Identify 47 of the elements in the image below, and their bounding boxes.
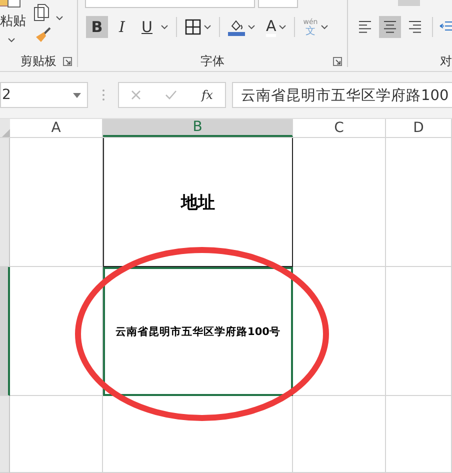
insert-function-button[interactable]: fx [202, 88, 213, 102]
column-header[interactable]: D [386, 119, 452, 137]
fill-color-icon[interactable] [228, 18, 245, 36]
table-cell[interactable] [293, 267, 386, 396]
paste-button[interactable]: 粘贴 [0, 12, 26, 30]
group-label: 对 [440, 52, 452, 70]
caret-icon[interactable] [320, 24, 328, 30]
caret-icon[interactable] [248, 24, 255, 30]
table-cell[interactable] [103, 396, 293, 473]
column-header[interactable]: C [293, 119, 386, 137]
grip-icon [102, 89, 104, 101]
group-label: 剪贴板 [20, 52, 56, 70]
column-header[interactable]: B [103, 119, 293, 137]
check-icon[interactable] [165, 90, 178, 100]
align-left-icon [357, 20, 373, 34]
caret-icon[interactable] [56, 16, 63, 21]
caret-icon[interactable] [204, 24, 211, 30]
caret-icon[interactable] [279, 24, 286, 30]
align-right-icon [407, 20, 423, 34]
formula-field[interactable]: 云南省昆明市五华区学府路100 [232, 82, 452, 108]
dropdown-icon[interactable] [73, 92, 81, 98]
underline-button[interactable]: U [136, 16, 158, 38]
table-cell[interactable]: 云南省昆明市五华区学府路100号 [103, 267, 293, 396]
table-cell[interactable] [386, 396, 452, 473]
font-color-button[interactable]: A [266, 18, 276, 36]
align-center-icon [382, 20, 398, 34]
row-header[interactable] [0, 267, 10, 396]
table-cell[interactable] [386, 138, 452, 267]
group-label: 字体 [200, 52, 224, 70]
table-cell[interactable] [10, 396, 103, 473]
italic-button[interactable]: I [111, 16, 133, 38]
caret-icon[interactable] [8, 38, 15, 43]
copy-icon[interactable] [34, 4, 49, 21]
table-cell[interactable] [10, 267, 103, 396]
brush-icon[interactable] [35, 27, 51, 43]
bold-button[interactable]: B [86, 16, 108, 38]
caret-icon[interactable] [161, 24, 168, 30]
name-box[interactable]: 2 [0, 82, 88, 108]
table-cell[interactable] [293, 138, 386, 267]
table-cell[interactable] [386, 267, 452, 396]
table-cell[interactable] [293, 396, 386, 473]
align-center-button[interactable] [379, 16, 401, 38]
borders-icon[interactable] [185, 19, 201, 35]
dialog-launcher-icon[interactable] [333, 57, 342, 66]
table-cell[interactable] [10, 138, 103, 267]
table-cell[interactable]: 地址 [103, 138, 293, 267]
dialog-launcher-icon[interactable] [63, 57, 72, 66]
